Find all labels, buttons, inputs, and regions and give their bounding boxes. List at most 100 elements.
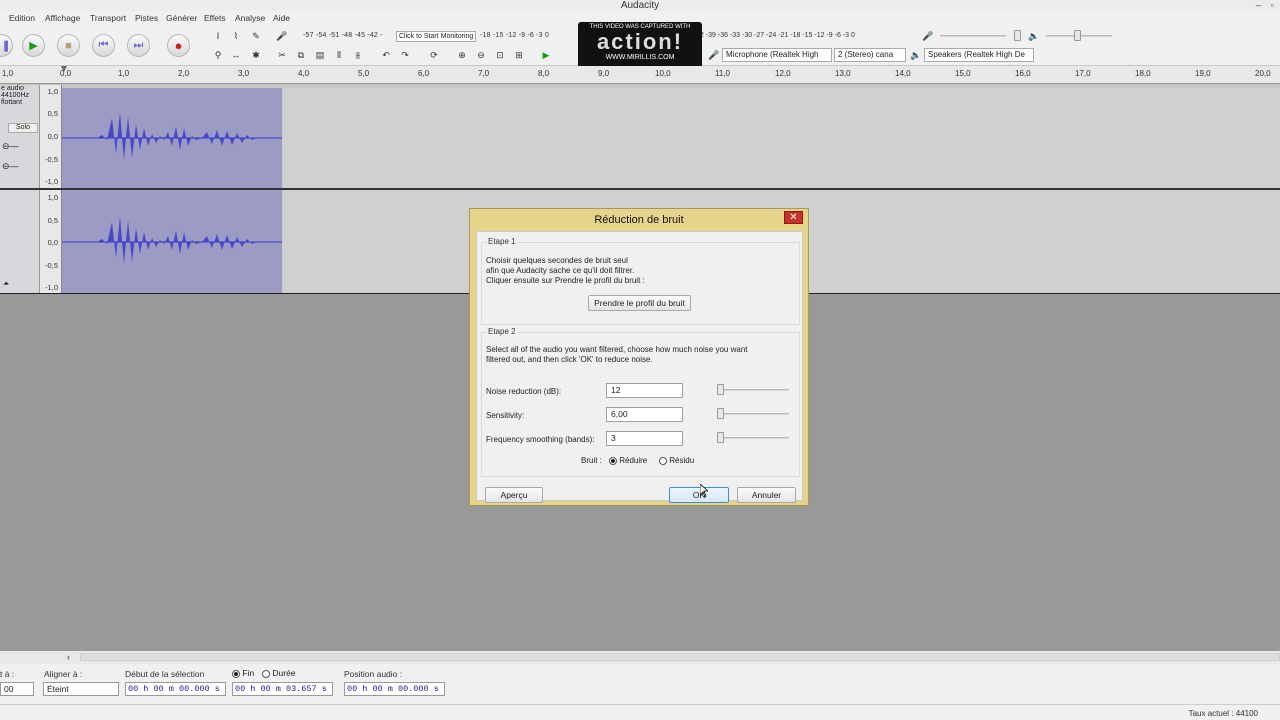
sensitivity-slider[interactable] [717,408,789,420]
collapse-track-icon[interactable]: ⏶ [3,279,9,289]
scale-label: -1,0 [45,177,58,186]
stop-button[interactable]: ■ [57,34,80,57]
menu-affichage[interactable]: Affichage [45,13,80,23]
undo-icon[interactable]: ↶ [378,47,394,63]
copy-icon[interactable]: ⧉ [293,47,309,63]
menu-aide[interactable]: Aide [273,13,290,23]
reduce-radio[interactable]: Réduire [609,456,647,467]
close-icon[interactable]: ✕ [784,211,803,224]
residue-radio-icon[interactable] [659,456,667,465]
sync-lock-icon[interactable]: ⟳ [426,47,442,63]
dialog-title: Réduction de bruit [594,214,684,226]
pan-slider[interactable]: ⊖— [2,161,19,172]
preview-button[interactable]: Aperçu [485,487,543,503]
waveform-right-channel[interactable] [62,190,282,293]
skip-start-button[interactable]: ⏮ [92,34,115,57]
mouse-cursor-icon [700,484,708,498]
skip-end-button[interactable]: ⏭ [127,34,150,57]
menu-edition[interactable]: Edition [9,13,35,23]
fit-selection-icon[interactable]: ⊡ [492,47,508,63]
gain-slider[interactable]: ⊖— [2,141,19,152]
end-radio-icon[interactable] [232,669,240,678]
paste-icon[interactable]: ▤ [312,47,328,63]
output-device-select[interactable]: Speakers (Realtek High De [924,48,1034,62]
snap-select[interactable]: Éteint [43,682,119,696]
silence-icon[interactable]: ⫵ [350,47,366,63]
ruler-tick: 15,0 [955,69,971,78]
end-radio-label: Fin [242,668,255,678]
channels-select[interactable]: 2 (Stereo) cana [834,48,906,62]
track-empty-area[interactable] [283,88,1280,188]
menu-analyse[interactable]: Analyse [235,13,265,23]
input-device-select[interactable]: Microphone (Realtek High [722,48,832,62]
trim-icon[interactable]: ⫴ [331,47,347,63]
scroll-left-icon[interactable]: ‹ [67,652,70,662]
menu-effets[interactable]: Effets [204,13,226,23]
end-radio[interactable]: Fin [232,668,254,678]
zoom-out-icon[interactable]: ⊖ [473,47,489,63]
envelope-tool-icon[interactable]: ⌇ [228,28,244,44]
residue-radio[interactable]: Résidu [659,456,694,467]
noise-reduction-field[interactable]: 12 [606,383,683,398]
get-noise-profile-button[interactable]: Prendre le profil du bruit [588,295,691,311]
status-bar: Taux actuel : 44100 [0,704,1280,720]
record-button[interactable]: ● [167,34,190,57]
ruler-tick: 1,0 [2,69,14,78]
output-volume-slider[interactable] [1046,30,1112,42]
project-rate-label: t à : [0,669,15,679]
step1-line2: afin que Audacity sache ce qu'il doit fi… [486,266,635,275]
step2-group: Etape 2 Select all of the audio you want… [481,327,800,477]
ok-button[interactable]: OK [669,487,729,503]
timeline-ruler[interactable]: 1,0 0,0 1,0 2,0 3,0 4,0 5,0 6,0 7,0 8,0 … [0,66,1280,84]
reduce-radio-icon[interactable] [609,456,617,465]
length-radio[interactable]: Durée [262,668,296,678]
noise-reduction-label: Noise reduction (dB): [486,387,562,396]
noise-reduction-slider[interactable] [717,384,789,396]
maximize-icon[interactable]: ▫ [1271,0,1274,10]
start-monitoring-button[interactable]: Click to Start Monitoring [396,31,477,42]
play-button[interactable]: ▶ [22,34,45,57]
zoom-tool-icon[interactable]: ⚲ [210,47,226,63]
microphone-icon: 🎤 [708,50,720,60]
solo-button[interactable]: Solo [8,123,38,133]
length-radio-icon[interactable] [262,669,270,678]
draw-tool-icon[interactable]: ✎ [248,28,264,44]
project-rate-select[interactable]: 00 [0,682,34,696]
speaker-volume-icon: 🔈 [1028,31,1040,41]
horizontal-scrollbar[interactable]: ‹ [0,651,1280,664]
input-volume-slider[interactable] [940,30,1021,42]
play-at-speed-icon[interactable]: ▶ [538,47,554,63]
audio-position-label: Position audio : [344,669,403,679]
input-meter-scale-mid[interactable]: -18 -15 -12 -9 -6 -3 0 [480,32,549,39]
selection-start-time[interactable]: 00 h 00 m 00.000 s [125,682,226,696]
redo-icon[interactable]: ↷ [397,47,413,63]
audio-position-time[interactable]: 00 h 00 m 00.000 s [344,682,445,696]
track-name[interactable]: e audio [0,85,39,92]
waveform-left-channel[interactable] [62,88,282,188]
fit-project-icon[interactable]: ⊞ [511,47,527,63]
minimize-icon[interactable]: – [1256,0,1261,10]
output-meter-scale[interactable]: 2 -39 -36 -33 -30 -27 -24 -21 -18 -15 -1… [700,32,855,39]
cut-icon[interactable]: ✂ [274,47,290,63]
multi-tool-icon[interactable]: ✱ [248,47,264,63]
selection-tool-icon[interactable]: I [210,28,226,44]
smoothing-field[interactable]: 3 [606,431,683,446]
window-title: Audacity [620,0,660,11]
input-meter-scale[interactable]: -57 -54 -51 -48 -45 -42 - [303,32,383,39]
ruler-tick: 6,0 [418,69,430,78]
cancel-button[interactable]: Annuler [737,487,796,503]
scroll-thumb[interactable] [80,653,1280,661]
ruler-tick: 5,0 [358,69,370,78]
selection-end-time[interactable]: 00 h 00 m 03.657 s [232,682,333,696]
zoom-in-icon[interactable]: ⊕ [454,47,470,63]
scale-label: -0,5 [45,261,58,270]
menu-pistes[interactable]: Pistes [135,13,158,23]
sensitivity-field[interactable]: 6,00 [606,407,683,422]
menu-transport[interactable]: Transport [90,13,126,23]
smoothing-slider[interactable] [717,432,789,444]
input-meter-icon[interactable]: 🎤 [274,28,290,44]
ruler-tick: 9,0 [598,69,610,78]
ruler-tick: 2,0 [178,69,190,78]
menu-generer[interactable]: Générer [166,13,197,23]
timeshift-tool-icon[interactable]: ↔ [228,47,244,63]
